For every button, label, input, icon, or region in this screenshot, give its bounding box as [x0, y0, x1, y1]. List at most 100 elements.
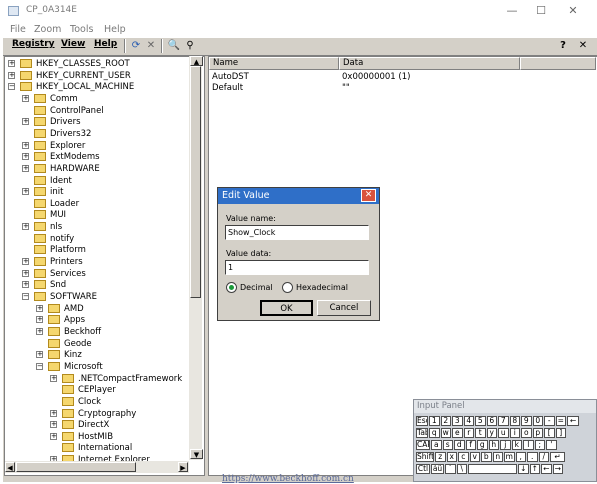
expand-icon[interactable]: + — [22, 141, 29, 149]
tree-item[interactable]: MUI — [22, 209, 190, 221]
keyboard-key[interactable]: d — [454, 440, 465, 450]
expand-icon[interactable]: + — [22, 153, 29, 161]
keyboard-key[interactable]: Ctl — [416, 464, 430, 474]
expand-icon[interactable]: + — [22, 269, 29, 277]
keyboard-key[interactable]: ← — [567, 416, 579, 426]
tree-item[interactable]: + HKEY_CURRENT_USER — [8, 70, 190, 82]
expand-icon[interactable]: + — [22, 223, 29, 231]
column-header-data[interactable]: Data — [339, 57, 520, 70]
tree-item[interactable]: Loader — [22, 198, 190, 210]
tree-scroll-thumb[interactable] — [190, 66, 201, 298]
keyboard-key[interactable]: t — [475, 428, 486, 438]
keyboard-key[interactable]: ↵ — [550, 452, 565, 462]
tree-item[interactable]: Ident — [22, 175, 190, 187]
keyboard-key[interactable]: Shift — [416, 452, 434, 462]
keyboard-key[interactable]: 4 — [463, 416, 474, 426]
tree-item[interactable]: + Comm — [22, 93, 190, 105]
keyboard-key[interactable]: y — [486, 428, 497, 438]
keyboard-key[interactable]: CAP — [416, 440, 430, 450]
tree-item[interactable]: Geode — [36, 338, 190, 350]
tree-item[interactable]: + Printers — [22, 256, 190, 268]
tree-item[interactable]: Clock — [50, 396, 190, 408]
tree-item[interactable]: − Microsoft — [36, 361, 190, 373]
tree-item[interactable]: + HARDWARE — [22, 163, 190, 175]
scroll-down-arrow-icon[interactable]: ▼ — [190, 449, 203, 459]
keyboard-key[interactable]: ↑ — [529, 464, 540, 474]
expand-icon[interactable]: + — [36, 304, 43, 312]
collapse-icon[interactable]: − — [22, 293, 29, 300]
keyboard-key[interactable]: n — [492, 452, 503, 462]
tree-item[interactable]: − HKEY_LOCAL_MACHINE — [8, 81, 190, 93]
keyboard-key[interactable]: 9 — [521, 416, 532, 426]
menu-tools[interactable]: Tools — [70, 24, 93, 35]
keyboard-key[interactable]: r — [463, 428, 474, 438]
tree-hscroll-thumb[interactable] — [16, 462, 136, 472]
keyboard-key[interactable]: v — [469, 452, 480, 462]
scroll-left-arrow-icon[interactable]: ◀ — [5, 462, 15, 472]
keyboard-key[interactable]: z — [435, 452, 446, 462]
keyboard-key[interactable]: l — [523, 440, 534, 450]
keyboard-key[interactable]: 7 — [498, 416, 509, 426]
keyboard-key[interactable]: 0 — [532, 416, 543, 426]
expand-icon[interactable]: + — [50, 432, 57, 440]
expand-icon[interactable]: + — [8, 71, 15, 79]
keyboard-key[interactable]: k — [511, 440, 522, 450]
regedit-menu-view[interactable]: View — [61, 39, 85, 49]
expand-icon[interactable]: + — [22, 281, 29, 289]
keyboard-key[interactable]: x — [446, 452, 457, 462]
keyboard-key[interactable]: p — [532, 428, 543, 438]
tree-item[interactable]: + nls — [22, 221, 190, 233]
keyboard-key[interactable]: ] — [555, 428, 566, 438]
keyboard-key[interactable]: e — [452, 428, 463, 438]
menu-file[interactable]: File — [10, 24, 26, 35]
value-name-cell[interactable]: AutoDST — [212, 72, 249, 82]
keyboard-key[interactable]: 1 — [429, 416, 440, 426]
tree-item[interactable]: + Snd — [22, 279, 190, 291]
keyboard-key[interactable]: j — [500, 440, 511, 450]
expand-icon[interactable]: + — [50, 421, 57, 429]
keyboard-key[interactable]: [ — [544, 428, 555, 438]
column-header-name[interactable]: Name — [209, 57, 339, 70]
tree-item[interactable]: + Apps — [36, 314, 190, 326]
refresh-icon[interactable]: ⟳ — [129, 39, 143, 53]
value-name-field[interactable]: Show_Clock — [225, 225, 369, 240]
keyboard-key[interactable]: b — [481, 452, 492, 462]
keyboard-key[interactable]: w — [440, 428, 451, 438]
tree-item[interactable]: Drivers32 — [22, 128, 190, 140]
tree-item[interactable]: + HostMIB — [50, 431, 190, 443]
help-icon[interactable]: ? — [556, 39, 570, 53]
keyboard-key[interactable]: 3 — [452, 416, 463, 426]
tree-item[interactable]: + ExtModems — [22, 151, 190, 163]
keyboard-key[interactable]: . — [527, 452, 538, 462]
keyboard-key[interactable]: m — [504, 452, 515, 462]
regedit-menu-registry[interactable]: Registry — [12, 39, 55, 49]
expand-icon[interactable]: + — [36, 316, 43, 324]
keyboard-key[interactable]: u — [498, 428, 509, 438]
expand-icon[interactable]: + — [22, 188, 29, 196]
tree-item[interactable]: ControlPanel — [22, 105, 190, 117]
expand-icon[interactable]: + — [8, 60, 15, 67]
cancel-button[interactable]: Cancel — [317, 300, 371, 316]
keyboard-key[interactable]: ` — [445, 464, 456, 474]
maximize-button[interactable]: ☐ — [525, 0, 557, 22]
expand-icon[interactable]: + — [36, 351, 43, 359]
expand-icon[interactable]: + — [36, 327, 43, 335]
close-button[interactable]: ✕ — [557, 0, 589, 22]
expand-icon[interactable]: + — [22, 164, 29, 172]
tree-item[interactable]: CEPlayer — [50, 384, 190, 396]
tree-item[interactable]: + Beckhoff — [36, 326, 190, 338]
expand-icon[interactable]: + — [50, 409, 57, 417]
expand-icon[interactable]: + — [22, 118, 29, 126]
keyboard-key[interactable]: → — [552, 464, 563, 474]
keyboard-key[interactable]: / — [538, 452, 549, 462]
tree-item[interactable]: + HKEY_CLASSES_ROOT — [8, 58, 190, 70]
keyboard-key[interactable]: 5 — [475, 416, 486, 426]
expand-icon[interactable]: + — [22, 94, 29, 102]
tree-item[interactable]: International — [50, 442, 190, 454]
keyboard-key[interactable]: a — [431, 440, 442, 450]
close-icon[interactable]: ✕ — [576, 39, 590, 53]
keyboard-key[interactable]: 8 — [509, 416, 520, 426]
keyboard-key[interactable]: f — [465, 440, 476, 450]
scroll-up-arrow-icon[interactable]: ▲ — [190, 56, 203, 66]
tree-item[interactable]: + Cryptography — [50, 408, 190, 420]
